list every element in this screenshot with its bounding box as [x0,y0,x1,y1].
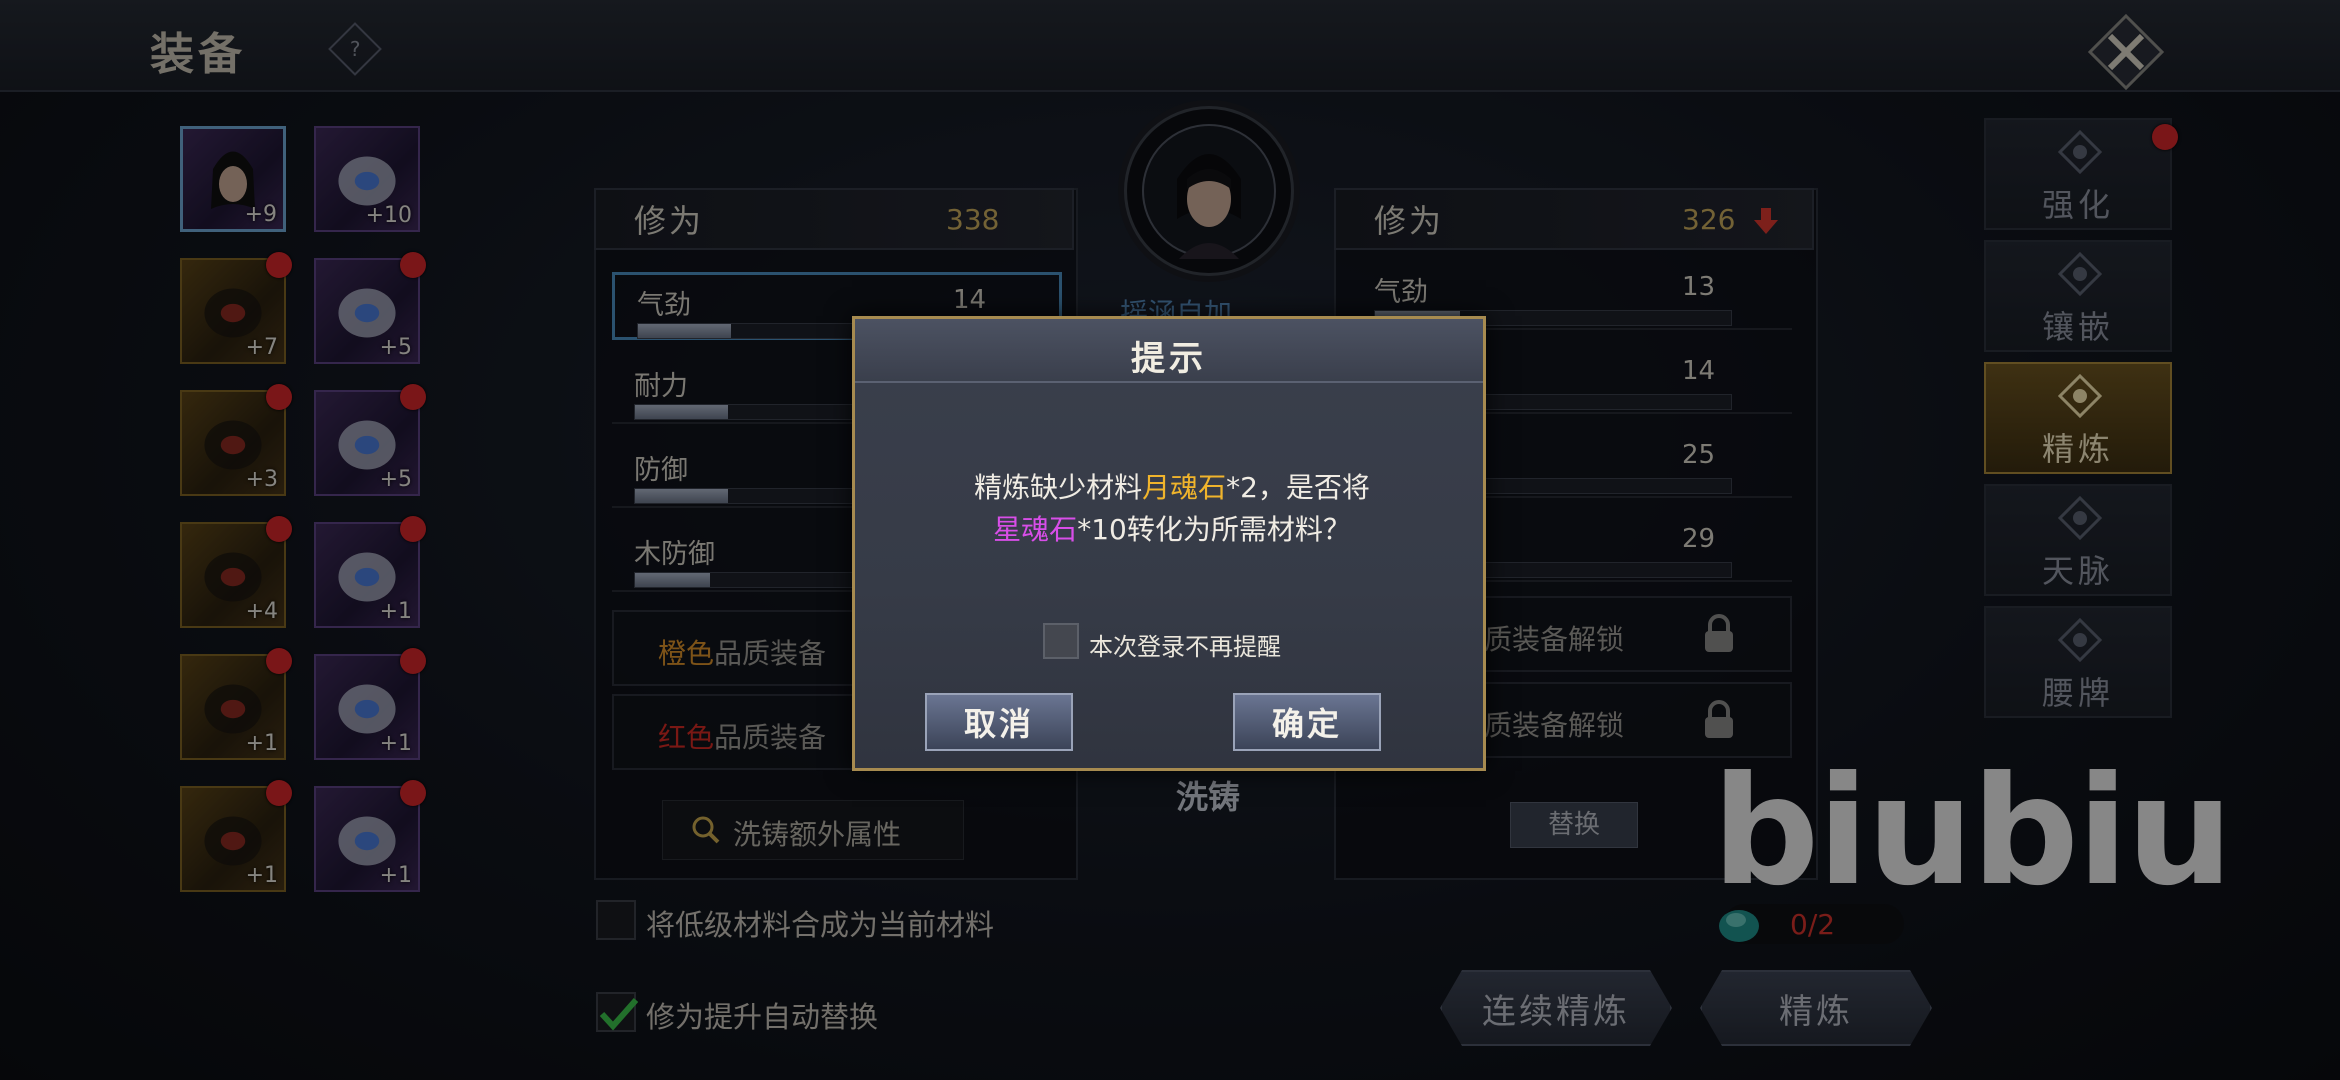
message-item-star-stone: 星魂石 [993,513,1078,546]
message-item-moon-stone: 月魂石 [1142,471,1227,504]
dialog-title: 提示 [1131,339,1207,379]
dialog-header: 提示 [855,319,1483,383]
message-part-3: *10转化为所需材料？ [1077,513,1351,546]
prompt-dialog: 提示 精炼缺少材料月魂石*2，是否将 星魂石*10转化为所需材料？ 本次登录不再… [852,316,1486,771]
dont-remind-label: 本次登录不再提醒 [1089,633,1281,661]
dont-remind-checkbox[interactable] [1043,623,1079,659]
message-part-2: *2，是否将 [1226,471,1370,504]
dialog-message: 精炼缺少材料月魂石*2，是否将 星魂石*10转化为所需材料？ [885,467,1459,551]
message-part-1: 精炼缺少材料 [974,471,1143,504]
confirm-button[interactable]: 确定 [1233,693,1381,751]
cancel-button[interactable]: 取消 [925,693,1073,751]
